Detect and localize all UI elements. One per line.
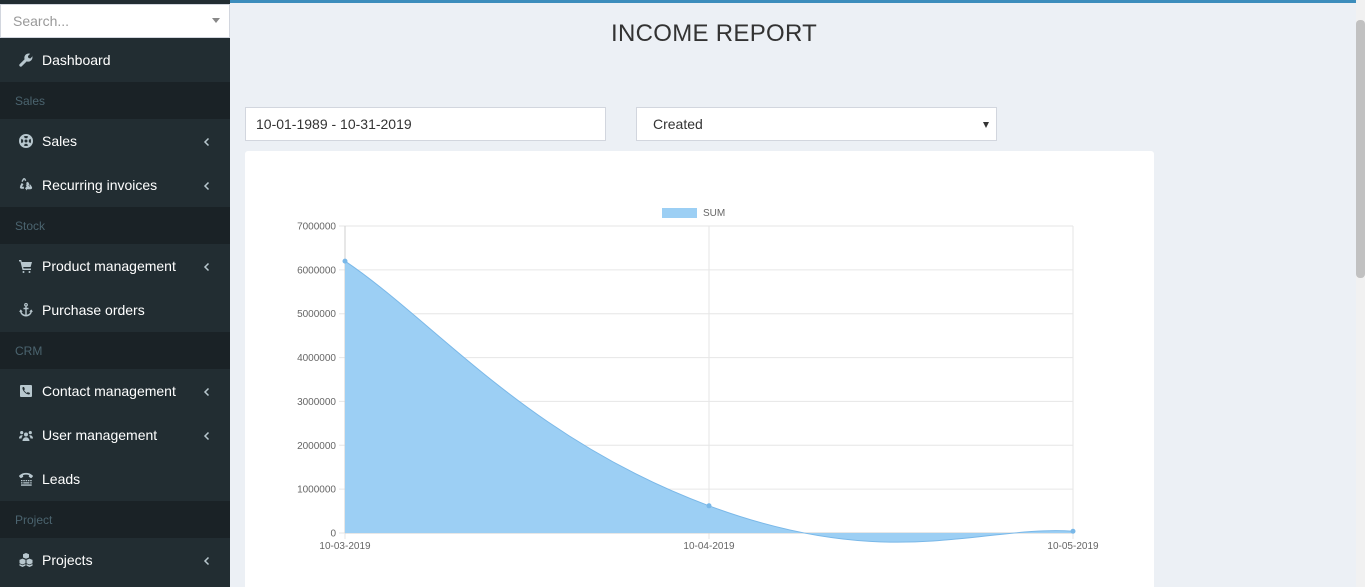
sidebar-item-user-management[interactable]: User management [0,413,230,457]
search-input[interactable] [1,5,191,37]
cart-icon [18,258,34,274]
sidebar-item-label: Dashboard [42,52,111,68]
scrollbar[interactable] [1356,0,1365,587]
income-chart-card: 0 1000000 2000000 3000000 4000000 5000000 6000… [245,151,1154,587]
sidebar-item-recurring-invoices[interactable]: Recurring invoices [0,163,230,207]
data-point [342,258,348,264]
y-tick-label: 1000000 [297,485,336,496]
y-tick-label: 4000000 [297,353,336,364]
sidebar-item-label: User management [42,427,158,443]
legend-swatch [662,208,697,218]
date-range-input[interactable]: 10-01-1989 - 10-31-2019 [245,107,606,141]
sidebar-item-leads[interactable]: Leads [0,457,230,501]
sidebar-item-dashboard[interactable]: Dashboard [0,38,230,82]
chevron-left-icon [203,429,210,441]
status-filter-value: Created [653,116,703,132]
life-ring-icon [18,133,34,149]
x-tick-label: 10-04-2019 [683,541,735,552]
chevron-left-icon [203,554,210,566]
income-chart: 0 1000000 2000000 3000000 4000000 5000000 6000… [297,208,1099,552]
y-tick-label: 7000000 [297,222,336,233]
sidebar-section-stock: Stock [0,207,230,244]
chevron-left-icon [203,260,210,272]
sidebar-section-project: Project [0,501,230,538]
chevron-left-icon [203,179,210,191]
sidebar-item-sales[interactable]: Sales [0,119,230,163]
sidebar-item-label: Sales [42,133,78,149]
page-title: INCOME REPORT [611,20,818,47]
y-tick-label: 2000000 [297,441,336,452]
y-tick-label: 6000000 [297,265,336,276]
users-icon [18,427,34,443]
scrollbar-thumb[interactable] [1356,20,1365,278]
sidebar-item-projects[interactable]: Projects [0,538,230,582]
sidebar-item-contact-management[interactable]: Contact management [0,369,230,413]
x-tick-label: 10-03-2019 [319,541,371,552]
sidebar-search[interactable] [0,4,230,38]
sidebar-item-label: Projects [42,552,93,568]
sidebar-item-label: Recurring invoices [42,177,158,193]
sidebar: Dashboard Sales Sales Recurring invoices Sto… [0,0,230,587]
sidebar-item-product-management[interactable]: Product management [0,244,230,288]
sidebar-section-sales: Sales [0,82,230,119]
y-tick-label: 0 [330,529,336,540]
data-point [1070,528,1076,534]
sidebar-item-label: Purchase orders [42,302,145,318]
status-filter-select[interactable]: Created [636,107,997,141]
sidebar-item-label: Contact management [42,383,176,399]
caret-down-icon[interactable] [212,18,220,23]
sidebar-item-purchase-orders[interactable]: Purchase orders [0,288,230,332]
y-tick-label: 5000000 [297,309,336,320]
data-point [706,503,712,509]
x-tick-label: 10-05-2019 [1047,541,1099,552]
sidebar-item-label: Leads [42,471,81,487]
legend-label: SUM [703,208,725,219]
tty-icon [18,471,34,487]
wrench-icon [18,52,34,68]
phone-square-icon [18,383,34,399]
chevron-left-icon [203,135,210,147]
anchor-icon [18,302,34,318]
caret-down-icon [983,122,989,128]
cubes-icon [18,552,34,568]
y-tick-label: 3000000 [297,397,336,408]
sidebar-section-crm: CRM [0,332,230,369]
recycle-icon [18,177,34,193]
sidebar-item-label: Product management [42,258,176,274]
sidebar-menu: Dashboard Sales Sales Recurring invoices Sto… [0,38,230,582]
chevron-left-icon [203,385,210,397]
